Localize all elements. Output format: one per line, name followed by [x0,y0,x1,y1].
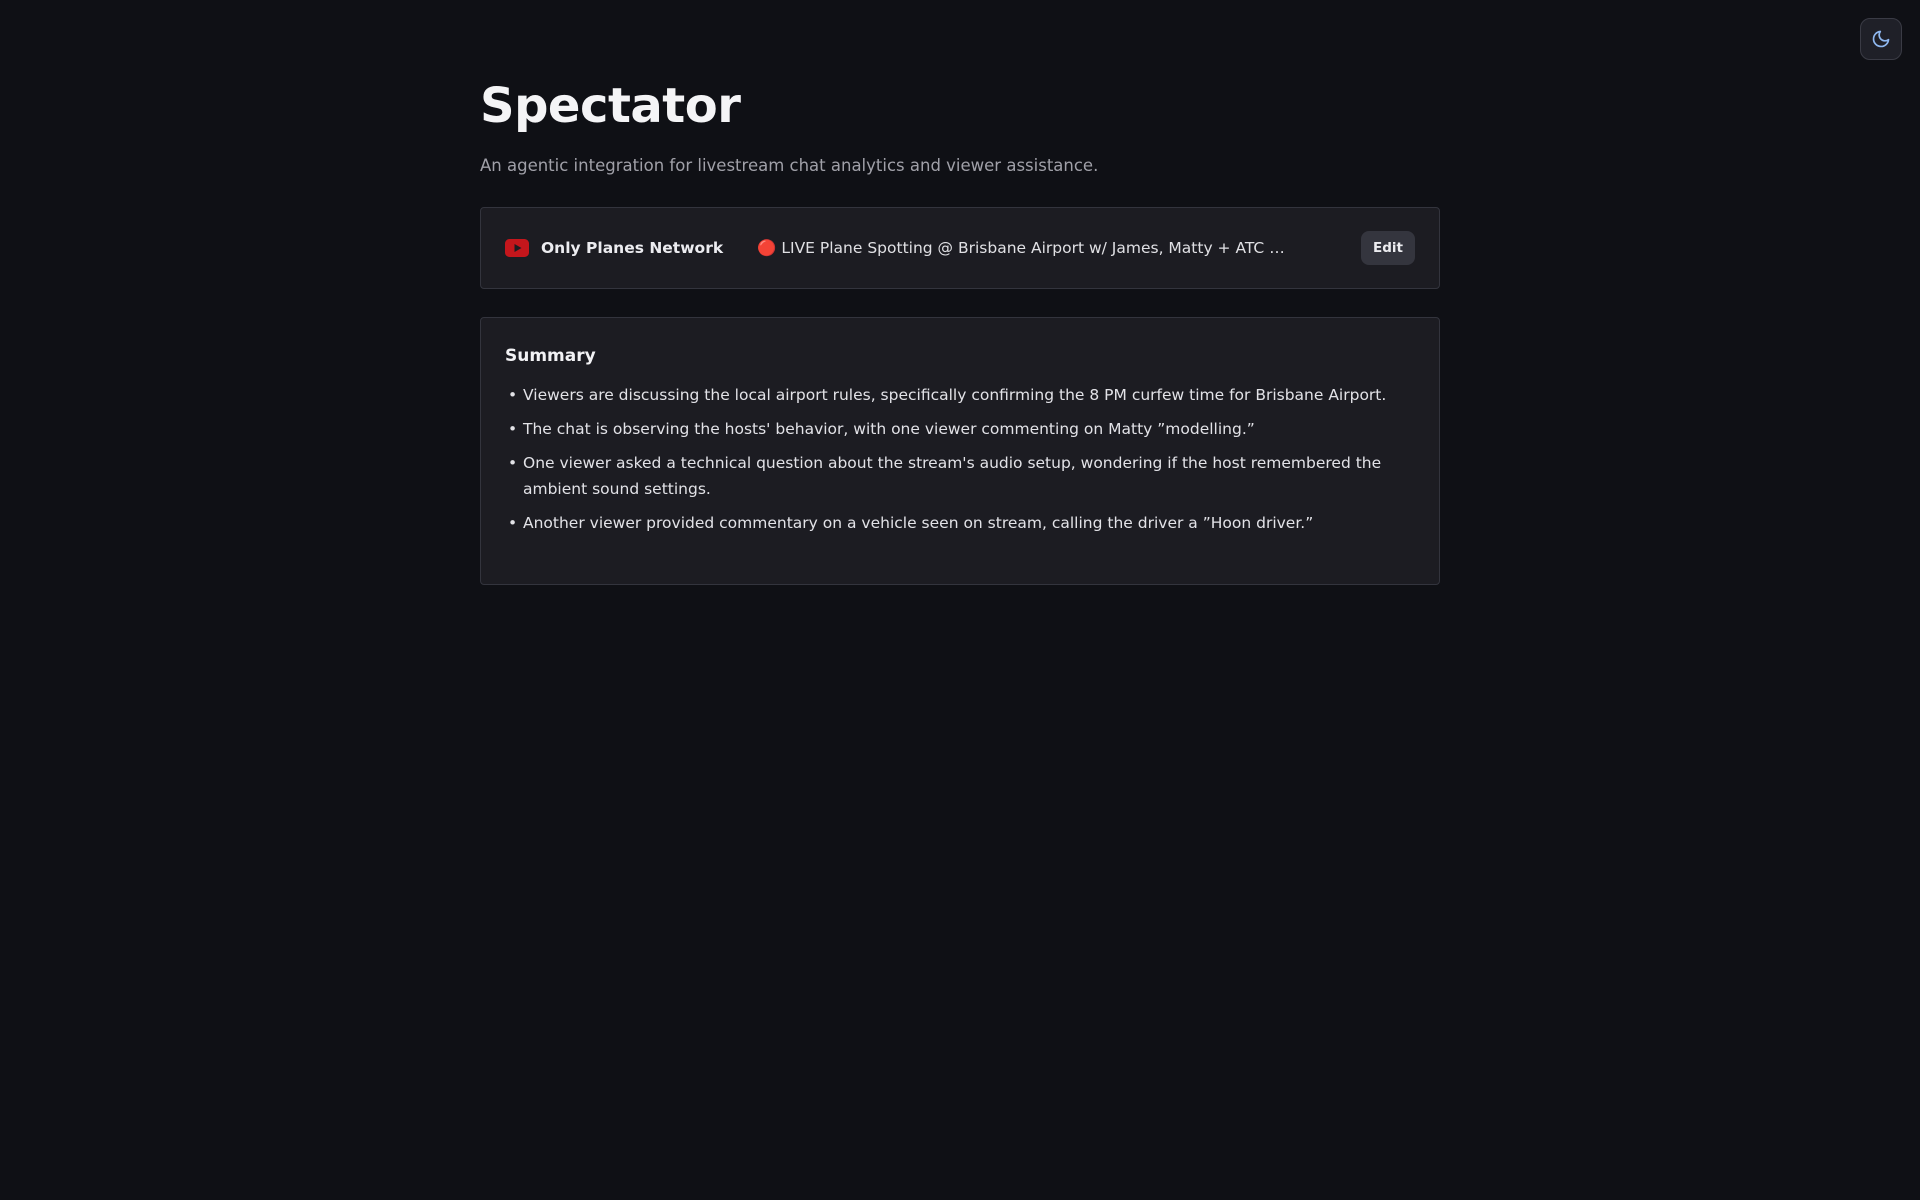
page-title: Spectator [480,78,741,134]
summary-list: Viewers are discussing the local airport… [505,382,1415,536]
moon-icon [1871,29,1891,49]
edit-button[interactable]: Edit [1361,231,1415,265]
stream-card: Only Planes Network 🔴 LIVE Plane Spottin… [480,207,1440,289]
page-subtitle: An agentic integration for livestream ch… [480,156,1099,175]
summary-item: One viewer asked a technical question ab… [505,450,1415,502]
stream-title: 🔴 LIVE Plane Spotting @ Brisbane Airport… [757,239,1297,257]
summary-item: Another viewer provided commentary on a … [505,510,1415,536]
channel-name: Only Planes Network [541,239,724,257]
main-content: Spectator An agentic integration for liv… [480,72,1440,585]
summary-card: Summary Viewers are discussing the local… [480,317,1440,585]
summary-item: Viewers are discussing the local airport… [505,382,1415,408]
youtube-icon [505,239,529,257]
summary-item: The chat is observing the hosts' behavio… [505,416,1415,442]
summary-heading: Summary [505,346,596,366]
theme-toggle-button[interactable] [1860,18,1902,60]
